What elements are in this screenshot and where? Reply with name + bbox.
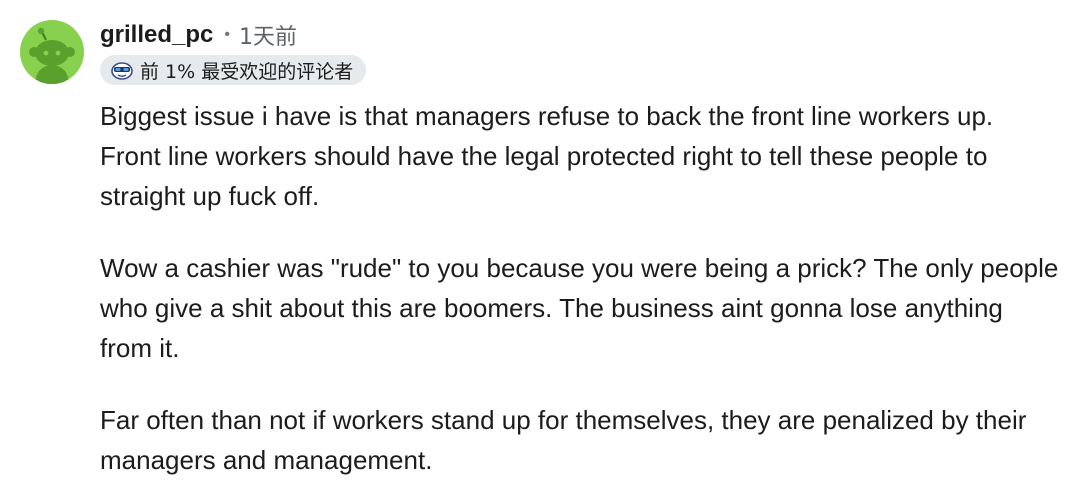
comment-paragraph: Biggest issue i have is that managers re… (100, 101, 994, 211)
user-avatar[interactable] (20, 20, 84, 84)
comment-body: Biggest issue i have is that managers re… (100, 96, 1060, 480)
sunglasses-snoo-icon (110, 58, 134, 82)
comment-paragraph: Wow a cashier was "rude" to you because … (100, 253, 1059, 363)
snoo-avatar-icon (29, 27, 75, 84)
comment-meta: grilled_pc • 1天前 (100, 18, 297, 52)
user-flair-badge[interactable]: 前 1% 最受欢迎的评论者 (100, 55, 367, 85)
flair-text: 前 1% 最受欢迎的评论者 (140, 60, 354, 83)
comment-timestamp[interactable]: 1天前 (239, 19, 297, 51)
username-link[interactable]: grilled_pc (100, 21, 213, 49)
comment: grilled_pc • 1天前 前 1% 最受欢迎的评论者 Biggest i… (0, 0, 1068, 494)
meta-separator: • (224, 26, 230, 43)
comment-paragraph: Far often than not if workers stand up f… (100, 405, 1027, 475)
